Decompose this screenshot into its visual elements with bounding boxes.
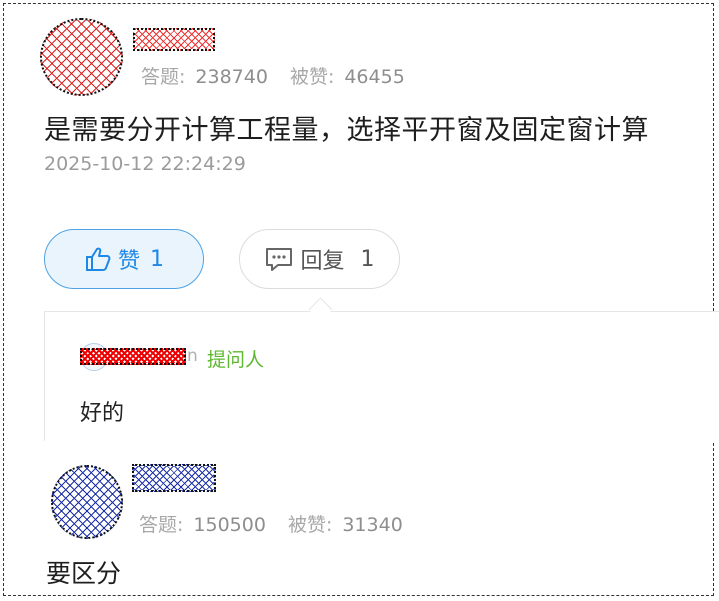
likes-count: 46455 — [344, 66, 405, 88]
user-avatar[interactable] — [51, 465, 123, 539]
reply-panel — [44, 311, 719, 441]
reply-count: 1 — [360, 246, 375, 272]
asker-badge: 提问人 — [207, 349, 265, 371]
answer-timestamp: 2025-10-12 22:24:29 — [44, 153, 246, 175]
user-stats: 答题: 150500 被赞: 31340 — [139, 510, 403, 537]
user-avatar[interactable] — [40, 18, 123, 96]
answers-count: 150500 — [193, 514, 266, 536]
comment-icon — [266, 248, 293, 271]
reply-username-redacted[interactable] — [80, 348, 186, 365]
like-button[interactable]: 赞 1 — [44, 229, 204, 289]
likes-label: 被赞: — [289, 66, 335, 88]
user-stats: 答题: 238740 被赞: 46455 — [141, 62, 405, 89]
answer-text: 要区分 — [46, 559, 122, 588]
username-redacted[interactable] — [132, 464, 216, 492]
reply-username-tail: n — [187, 346, 198, 366]
likes-count: 31340 — [342, 514, 403, 536]
reply-text: 好的 — [80, 401, 125, 426]
reply-label: 回复 — [300, 249, 345, 274]
answers-label: 答题: — [141, 66, 186, 88]
username-redacted[interactable] — [133, 28, 215, 51]
like-count: 1 — [150, 246, 164, 272]
answers-count: 238740 — [195, 66, 268, 88]
thumbs-up-icon — [85, 247, 111, 271]
answer-text: 是需要分开计算工程量，选择平开窗及固定窗计算 — [44, 115, 649, 146]
reply-button[interactable]: 回复 1 — [239, 229, 400, 289]
like-label: 赞 — [117, 249, 140, 274]
answers-label: 答题: — [139, 514, 184, 536]
likes-label: 被赞: — [287, 514, 333, 536]
